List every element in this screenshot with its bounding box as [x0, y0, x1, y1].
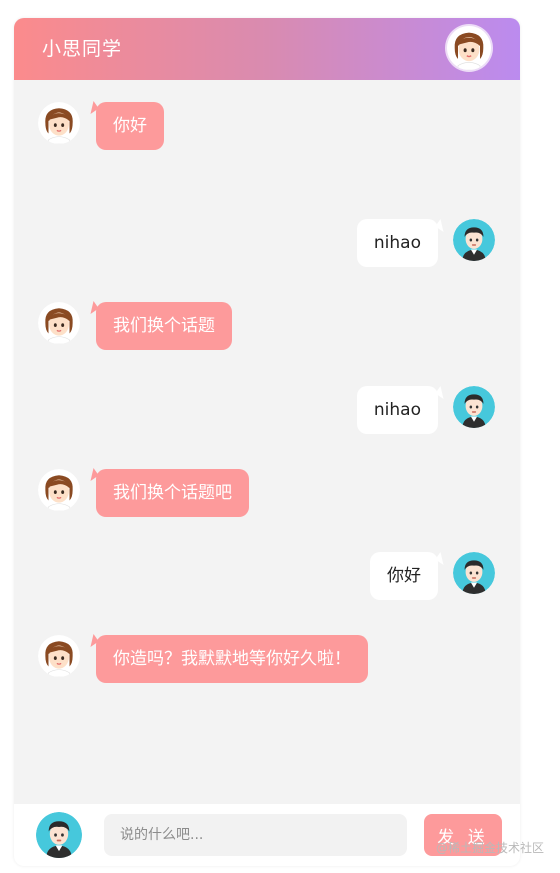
- boy-avatar-icon: [453, 552, 495, 594]
- watermark: @稀土掘金技术社区: [436, 841, 545, 855]
- chat-header: 小思同学: [14, 18, 520, 80]
- chat-input-bar: 发 送: [14, 804, 520, 866]
- bot-message-bubble: 我们换个话题吧: [96, 469, 249, 517]
- girl-avatar-icon: [38, 302, 80, 344]
- boy-avatar-icon[interactable]: [36, 812, 82, 858]
- boy-avatar-icon: [453, 386, 495, 428]
- chat-title: 小思同学: [42, 38, 123, 60]
- girl-avatar-icon: [38, 102, 80, 144]
- chat-window: 小思同学 你好 nihao 我们换个话题 nihao 我们换个话题吧 你好 你造…: [14, 18, 520, 866]
- girl-avatar-icon: [38, 635, 80, 677]
- boy-avatar-icon: [453, 219, 495, 261]
- bot-message-bubble: 我们换个话题: [96, 302, 232, 350]
- girl-avatar-icon[interactable]: [447, 26, 491, 70]
- user-message-bubble: nihao: [356, 219, 438, 267]
- girl-avatar-icon: [38, 469, 80, 511]
- user-message-bubble: 你好: [370, 552, 438, 600]
- message-input[interactable]: [104, 814, 407, 856]
- user-message-bubble: nihao: [356, 386, 438, 434]
- bot-message-bubble: 你造吗？我默默地等你好久啦！: [96, 635, 368, 683]
- bot-message-bubble: 你好: [96, 102, 164, 150]
